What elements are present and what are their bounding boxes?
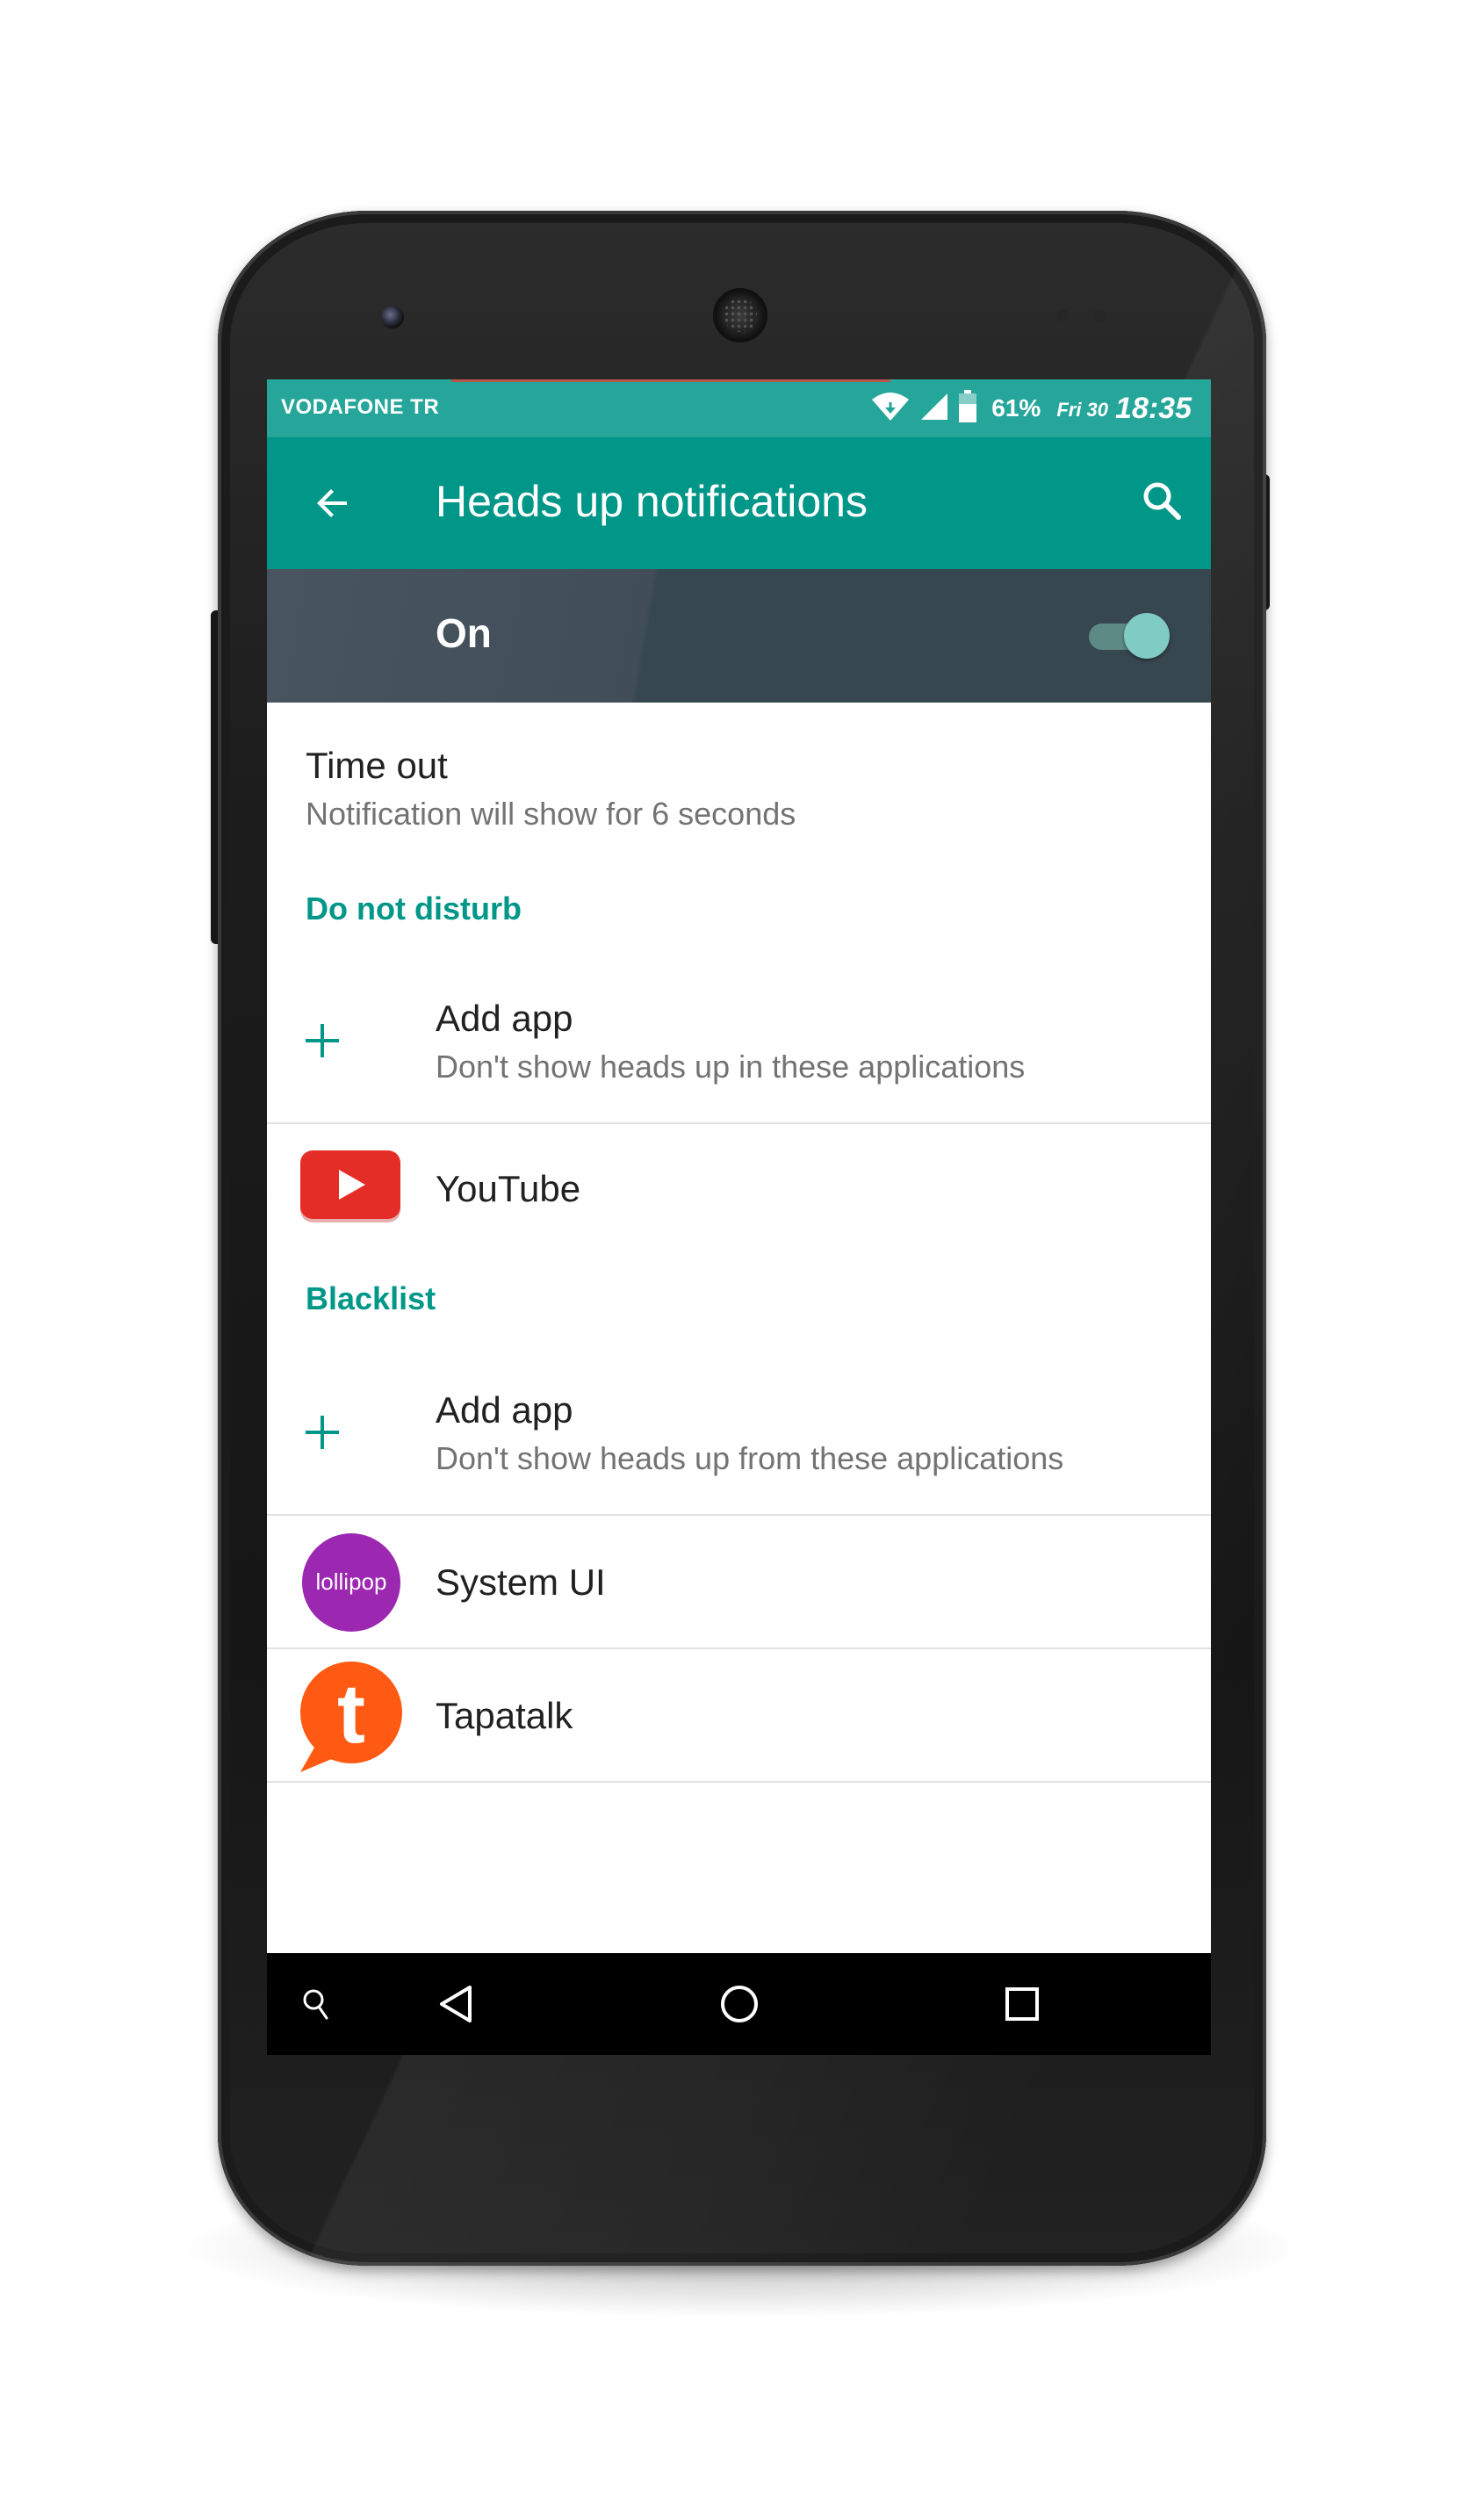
dnd-add-app-summary: Don't show heads up in these application… xyxy=(436,1049,1026,1085)
blacklist-header: Blacklist xyxy=(306,1280,436,1316)
back-icon xyxy=(440,1986,472,2022)
wifi-icon xyxy=(870,391,911,427)
page-title: Heads up notifications xyxy=(436,477,868,526)
dnd-add-app-title: Add app xyxy=(436,998,573,1039)
nav-back-button[interactable] xyxy=(430,1978,483,2030)
earpiece-speaker xyxy=(713,288,767,342)
nav-search-button[interactable] xyxy=(290,1978,342,2030)
battery-percent: 61% xyxy=(991,394,1041,422)
recents-icon xyxy=(1005,1987,1039,2021)
settings-list: Time out Notification will show for 6 se… xyxy=(267,703,1211,1953)
master-switch-bar[interactable]: On xyxy=(267,569,1211,703)
carrier-label: VODAFONE TR xyxy=(281,395,440,419)
blacklist-app-row-tapatalk[interactable]: t Tapatalk xyxy=(267,1649,1211,1783)
stage: VODAFONE TR 61% Fri 30 18:35 Heads up no… xyxy=(0,0,1484,2509)
timeout-title: Time out xyxy=(306,745,448,786)
lollipop-icon: lollipop xyxy=(302,1533,400,1632)
master-switch-label: On xyxy=(436,610,492,656)
notification-indicator xyxy=(451,379,890,382)
search-button[interactable] xyxy=(1130,469,1193,532)
app-name-tapatalk: Tapatalk xyxy=(436,1695,573,1736)
tapatalk-icon-text: t xyxy=(337,1667,365,1761)
master-toggle[interactable] xyxy=(1080,609,1170,659)
timeout-summary: Notification will show for 6 seconds xyxy=(306,796,796,832)
back-button[interactable] xyxy=(302,472,364,534)
plus-icon xyxy=(306,1416,339,1449)
home-icon xyxy=(721,1986,758,2022)
dnd-app-row-youtube[interactable]: YouTube xyxy=(267,1124,1211,1256)
blacklist-app-row-system-ui[interactable]: lollipop System UI xyxy=(267,1516,1211,1649)
app-name-system-ui: System UI xyxy=(436,1561,606,1603)
front-camera xyxy=(381,306,404,328)
divider xyxy=(267,1781,1211,1783)
timeout-preference[interactable]: Time out Notification will show for 6 se… xyxy=(267,703,1211,869)
toggle-thumb xyxy=(1124,613,1170,659)
blacklist-add-app-title: Add app xyxy=(436,1389,573,1431)
search-icon xyxy=(303,1989,328,2020)
app-name-youtube: YouTube xyxy=(436,1168,581,1209)
arrow-back-icon xyxy=(317,489,347,517)
nav-recents-button[interactable] xyxy=(996,1978,1048,2030)
lollipop-icon-text: lollipop xyxy=(316,1568,387,1595)
battery-icon xyxy=(958,389,977,428)
plus-icon xyxy=(306,1024,339,1057)
tapatalk-icon: t xyxy=(300,1662,402,1772)
status-date: Fri 30 xyxy=(1056,399,1109,421)
proximity-sensor xyxy=(1056,309,1069,321)
status-bar: VODAFONE TR 61% Fri 30 18:35 xyxy=(267,379,1211,437)
blacklist-add-app-summary: Don't show heads up from these applicati… xyxy=(436,1440,1064,1476)
app-bar: Heads up notifications xyxy=(267,437,1211,569)
screen: VODAFONE TR 61% Fri 30 18:35 Heads up no… xyxy=(267,379,1211,2055)
dnd-add-app-row[interactable]: Add app Don't show heads up in these app… xyxy=(267,957,1211,1124)
light-sensor xyxy=(1093,309,1106,321)
do-not-disturb-header: Do not disturb xyxy=(306,890,522,926)
status-icons: 61% Fri 30 18:35 xyxy=(870,388,1192,429)
blacklist-add-app-row[interactable]: Add app Don't show heads up from these a… xyxy=(267,1349,1211,1516)
youtube-icon xyxy=(300,1150,400,1222)
status-time: 18:35 xyxy=(1115,391,1192,425)
navigation-bar xyxy=(267,1953,1211,2055)
signal-icon xyxy=(919,392,949,426)
nav-home-button[interactable] xyxy=(713,1978,766,2030)
search-icon xyxy=(1143,482,1181,520)
